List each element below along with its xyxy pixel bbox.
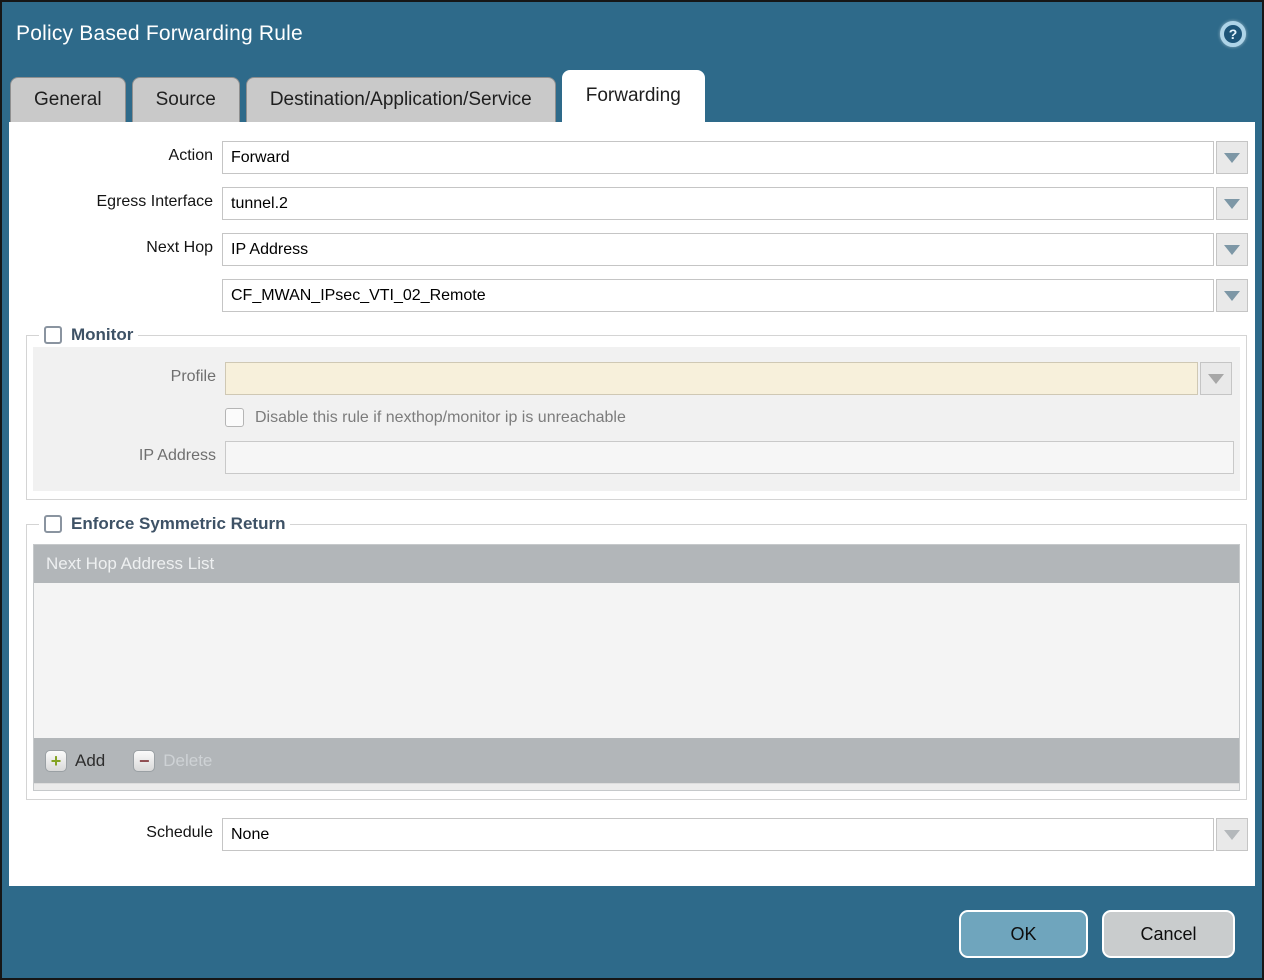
minus-icon: −: [133, 750, 155, 772]
profile-select: [225, 362, 1198, 395]
egress-interface-label: Egress Interface: [9, 187, 222, 211]
chevron-down-icon: [1224, 199, 1240, 209]
titlebar: Policy Based Forwarding Rule ?: [2, 2, 1262, 70]
egress-interface-select[interactable]: tunnel.2: [222, 187, 1214, 220]
next-hop-label: Next Hop: [9, 233, 222, 257]
disable-rule-checkbox: [225, 408, 244, 427]
monitor-ip-address-row: IP Address: [33, 441, 1240, 474]
delete-button-label: Delete: [163, 751, 212, 771]
table-bottom-strip: [34, 783, 1239, 790]
monitor-group-title: Monitor: [71, 325, 133, 345]
next-hop-table-toolbar: + Add − Delete: [34, 738, 1239, 783]
add-button-label: Add: [75, 751, 105, 771]
delete-button: − Delete: [133, 750, 212, 772]
chevron-down-icon: [1208, 374, 1224, 384]
next-hop-dropdown-button[interactable]: [1216, 233, 1248, 266]
next-hop-address-dropdown-button[interactable]: [1216, 279, 1248, 312]
monitor-group: Monitor Profile Disable this rule if nex…: [26, 325, 1247, 500]
profile-label: Profile: [33, 362, 225, 386]
tab-content: Action Forward Egress Interface tunnel.2…: [9, 122, 1255, 886]
action-select[interactable]: Forward: [222, 141, 1214, 174]
tab-bar: General Source Destination/Application/S…: [2, 70, 1262, 122]
monitor-ip-address-label: IP Address: [33, 441, 225, 465]
monitor-ip-address-input: [225, 441, 1234, 474]
monitor-legend: Monitor: [39, 325, 138, 345]
dialog-title: Policy Based Forwarding Rule: [16, 22, 303, 46]
next-hop-address-table: Next Hop Address List + Add − Delete: [33, 544, 1240, 791]
next-hop-address-select[interactable]: CF_MWAN_IPsec_VTI_02_Remote: [222, 279, 1214, 312]
monitor-panel: Profile Disable this rule if nexthop/mon…: [33, 347, 1240, 491]
disable-rule-label: Disable this rule if nexthop/monitor ip …: [255, 409, 626, 427]
next-hop-address-list-header: Next Hop Address List: [34, 545, 1239, 583]
schedule-select[interactable]: None: [222, 818, 1214, 851]
schedule-dropdown-button[interactable]: [1216, 818, 1248, 851]
schedule-row: Schedule None: [9, 818, 1255, 851]
dialog-footer: OK Cancel: [2, 886, 1262, 978]
policy-based-forwarding-dialog: Policy Based Forwarding Rule ? General S…: [0, 0, 1264, 980]
action-label: Action: [9, 141, 222, 165]
egress-interface-dropdown-button[interactable]: [1216, 187, 1248, 220]
next-hop-address-row: CF_MWAN_IPsec_VTI_02_Remote: [9, 279, 1255, 312]
symmetric-return-group: Enforce Symmetric Return Next Hop Addres…: [26, 514, 1247, 800]
symmetric-return-checkbox[interactable]: [44, 515, 62, 533]
schedule-label: Schedule: [9, 818, 222, 842]
chevron-down-icon: [1224, 291, 1240, 301]
tab-forwarding[interactable]: Forwarding: [562, 70, 705, 122]
egress-interface-row: Egress Interface tunnel.2: [9, 187, 1255, 220]
tab-general[interactable]: General: [10, 77, 126, 122]
tab-destination-application-service[interactable]: Destination/Application/Service: [246, 77, 556, 122]
symmetric-return-group-title: Enforce Symmetric Return: [71, 514, 285, 534]
action-dropdown-button[interactable]: [1216, 141, 1248, 174]
monitor-checkbox[interactable]: [44, 326, 62, 344]
chevron-down-icon: [1224, 830, 1240, 840]
symmetric-return-legend: Enforce Symmetric Return: [39, 514, 290, 534]
next-hop-row: Next Hop IP Address: [9, 233, 1255, 266]
add-button[interactable]: + Add: [45, 750, 105, 772]
profile-dropdown-button: [1200, 362, 1232, 395]
help-icon[interactable]: ?: [1220, 21, 1246, 47]
plus-icon: +: [45, 750, 67, 772]
ok-button[interactable]: OK: [959, 910, 1088, 958]
next-hop-select[interactable]: IP Address: [222, 233, 1214, 266]
action-row: Action Forward: [9, 141, 1255, 174]
next-hop-address-list-body[interactable]: [34, 583, 1239, 738]
chevron-down-icon: [1224, 153, 1240, 163]
cancel-button[interactable]: Cancel: [1102, 910, 1235, 958]
disable-rule-row: Disable this rule if nexthop/monitor ip …: [225, 408, 1240, 427]
tab-source[interactable]: Source: [132, 77, 240, 122]
chevron-down-icon: [1224, 245, 1240, 255]
next-hop-address-label-spacer: [9, 279, 222, 285]
profile-row: Profile: [33, 362, 1240, 395]
